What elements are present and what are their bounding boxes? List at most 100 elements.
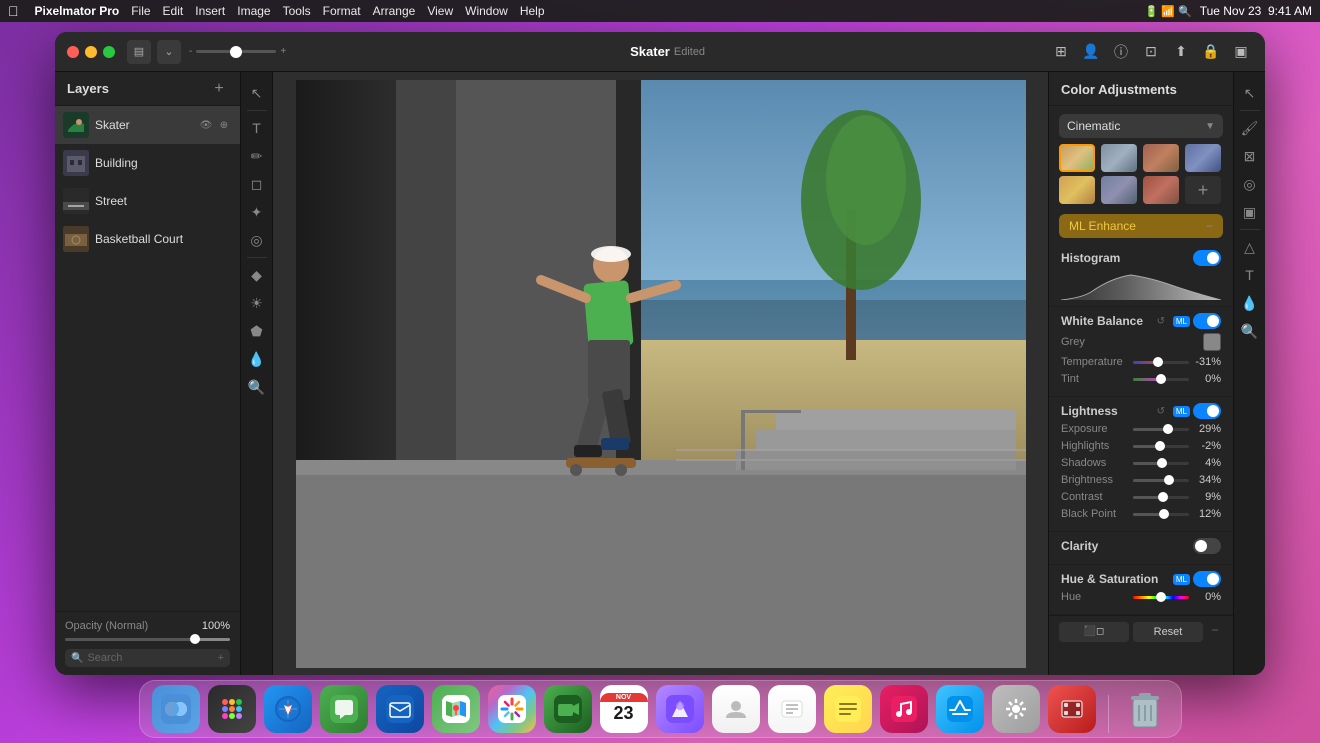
white-balance-reset-icon[interactable]: ↺ xyxy=(1154,314,1168,328)
dodge-tool[interactable]: ☀ xyxy=(244,290,270,316)
clarity-toggle[interactable] xyxy=(1193,538,1221,554)
dock-launchpad[interactable] xyxy=(208,685,256,733)
crop-icon-btn[interactable]: ⊡ xyxy=(1139,40,1163,64)
menu-view[interactable]: View xyxy=(427,4,453,18)
temperature-slider[interactable] xyxy=(1133,361,1189,364)
menu-insert[interactable]: Insert xyxy=(195,4,225,18)
ml-enhance-button[interactable]: ML Enhance − xyxy=(1059,214,1223,238)
dock-appstore[interactable] xyxy=(936,685,984,733)
cursor-select-tool[interactable]: ↖ xyxy=(1237,80,1263,106)
dock-finder[interactable] xyxy=(152,685,200,733)
reset-button[interactable]: Reset xyxy=(1133,622,1203,642)
dock-film-red[interactable] xyxy=(1048,685,1096,733)
paint-tool[interactable]: 🖌 xyxy=(1237,115,1263,141)
dock-photos[interactable] xyxy=(488,685,536,733)
zoom-slider[interactable] xyxy=(196,50,276,53)
black-point-slider[interactable] xyxy=(1133,513,1189,516)
preset-thumb-1[interactable] xyxy=(1059,144,1095,172)
dock-system-prefs[interactable] xyxy=(992,685,1040,733)
info-icon-btn[interactable]: ⓘ xyxy=(1109,40,1133,64)
preset-thumb-5[interactable] xyxy=(1059,176,1095,204)
fullscreen-button[interactable] xyxy=(103,46,115,58)
sharpen-tool[interactable]: ◆ xyxy=(244,262,270,288)
layer-item-building[interactable]: Building xyxy=(55,144,240,182)
menu-tools[interactable]: Tools xyxy=(283,4,311,18)
grey-picker-button[interactable] xyxy=(1203,333,1221,351)
menu-format[interactable]: Format xyxy=(323,4,361,18)
blur-tool[interactable]: ◎ xyxy=(244,227,270,253)
search-add-icon[interactable]: + xyxy=(218,652,224,664)
menu-edit[interactable]: Edit xyxy=(163,4,184,18)
dock-facetime[interactable] xyxy=(544,685,592,733)
dock-music[interactable] xyxy=(880,685,928,733)
layer-item-skater[interactable]: Skater 👁 ⊕ xyxy=(55,106,240,144)
search-layer-input[interactable] xyxy=(87,652,213,664)
right-zoom-tool[interactable]: 🔍 xyxy=(1237,318,1263,344)
lightness-toggle[interactable] xyxy=(1193,403,1221,419)
preset-thumb-3[interactable] xyxy=(1143,144,1179,172)
layer-action-skater[interactable]: ⊕ xyxy=(216,117,232,133)
right-blur-tool[interactable]: ◎ xyxy=(1237,171,1263,197)
opacity-slider[interactable] xyxy=(65,638,230,641)
right-dropper-tool[interactable]: 💧 xyxy=(1237,290,1263,316)
menu-file[interactable]: File xyxy=(131,4,150,18)
dock-pixelmator[interactable] xyxy=(656,685,704,733)
menu-window[interactable]: Window xyxy=(465,4,508,18)
dock-notes[interactable] xyxy=(824,685,872,733)
canvas-area[interactable] xyxy=(273,72,1048,675)
layer-item-basketball-court[interactable]: Basketball Court xyxy=(55,220,240,258)
contacts-icon-btn[interactable]: 👤 xyxy=(1079,40,1103,64)
right-text-tool[interactable]: T xyxy=(1237,262,1263,288)
app-name[interactable]: Pixelmator Pro xyxy=(35,4,120,18)
clone-tool[interactable]: ✦ xyxy=(244,199,270,225)
dock-calendar[interactable]: NOV 23 xyxy=(600,685,648,733)
cursor-tool[interactable]: ↖ xyxy=(244,80,270,106)
share-icon-btn[interactable]: ⬆ xyxy=(1169,40,1193,64)
adjustments-minus-icon[interactable]: − xyxy=(1207,622,1223,638)
sidebar-toggle-button[interactable]: ▤ xyxy=(127,40,151,64)
menu-arrange[interactable]: Arrange xyxy=(373,4,416,18)
hue-saturation-toggle[interactable] xyxy=(1193,571,1221,587)
preset-thumb-2[interactable] xyxy=(1101,144,1137,172)
right-shape-tool[interactable]: △ xyxy=(1237,234,1263,260)
white-balance-toggle[interactable] xyxy=(1193,313,1221,329)
shadows-slider[interactable] xyxy=(1133,462,1189,465)
close-button[interactable] xyxy=(67,46,79,58)
dock-reminders[interactable] xyxy=(768,685,816,733)
add-preset-button[interactable]: + xyxy=(1185,176,1221,204)
right-eraser-tool[interactable]: ⊠ xyxy=(1237,143,1263,169)
dropper-tool[interactable]: 💧 xyxy=(244,346,270,372)
dock-mail[interactable] xyxy=(376,685,424,733)
minimize-button[interactable] xyxy=(85,46,97,58)
dock-messages[interactable] xyxy=(320,685,368,733)
menu-help[interactable]: Help xyxy=(520,4,545,18)
histogram-toggle[interactable] xyxy=(1193,250,1221,266)
view-options-button[interactable]: ⌄ xyxy=(157,40,181,64)
brush-tool[interactable]: ✏ xyxy=(244,143,270,169)
preset-thumb-7[interactable] xyxy=(1143,176,1179,204)
lock-icon-btn[interactable]: 🔒 xyxy=(1199,40,1223,64)
dock-safari[interactable] xyxy=(264,685,312,733)
mode-toggle-button[interactable]: ⬛◻ xyxy=(1059,622,1129,642)
gradient-tool[interactable]: ▣ xyxy=(1237,199,1263,225)
hue-slider[interactable] xyxy=(1133,596,1189,599)
zoom-tool[interactable]: 🔍 xyxy=(244,374,270,400)
exposure-slider[interactable] xyxy=(1133,428,1189,431)
dock-trash[interactable] xyxy=(1121,685,1169,733)
preset-thumb-4[interactable] xyxy=(1185,144,1221,172)
zoom-minus[interactable]: - xyxy=(189,46,192,57)
highlights-slider[interactable] xyxy=(1133,445,1189,448)
layer-visibility-skater[interactable]: 👁 xyxy=(198,117,214,133)
add-layer-button[interactable]: + xyxy=(210,80,228,98)
preset-thumb-6[interactable] xyxy=(1101,176,1137,204)
eraser-tool[interactable]: ◻ xyxy=(244,171,270,197)
panels-icon-btn[interactable]: ▣ xyxy=(1229,40,1253,64)
dock-maps[interactable] xyxy=(432,685,480,733)
layer-item-street[interactable]: Street xyxy=(55,182,240,220)
preset-dropdown[interactable]: Cinematic ▼ xyxy=(1059,114,1223,138)
menu-image[interactable]: Image xyxy=(237,4,270,18)
dock-contacts[interactable] xyxy=(712,685,760,733)
lightness-reset-icon[interactable]: ↺ xyxy=(1154,404,1168,418)
tint-slider[interactable] xyxy=(1133,378,1189,381)
contrast-slider[interactable] xyxy=(1133,496,1189,499)
